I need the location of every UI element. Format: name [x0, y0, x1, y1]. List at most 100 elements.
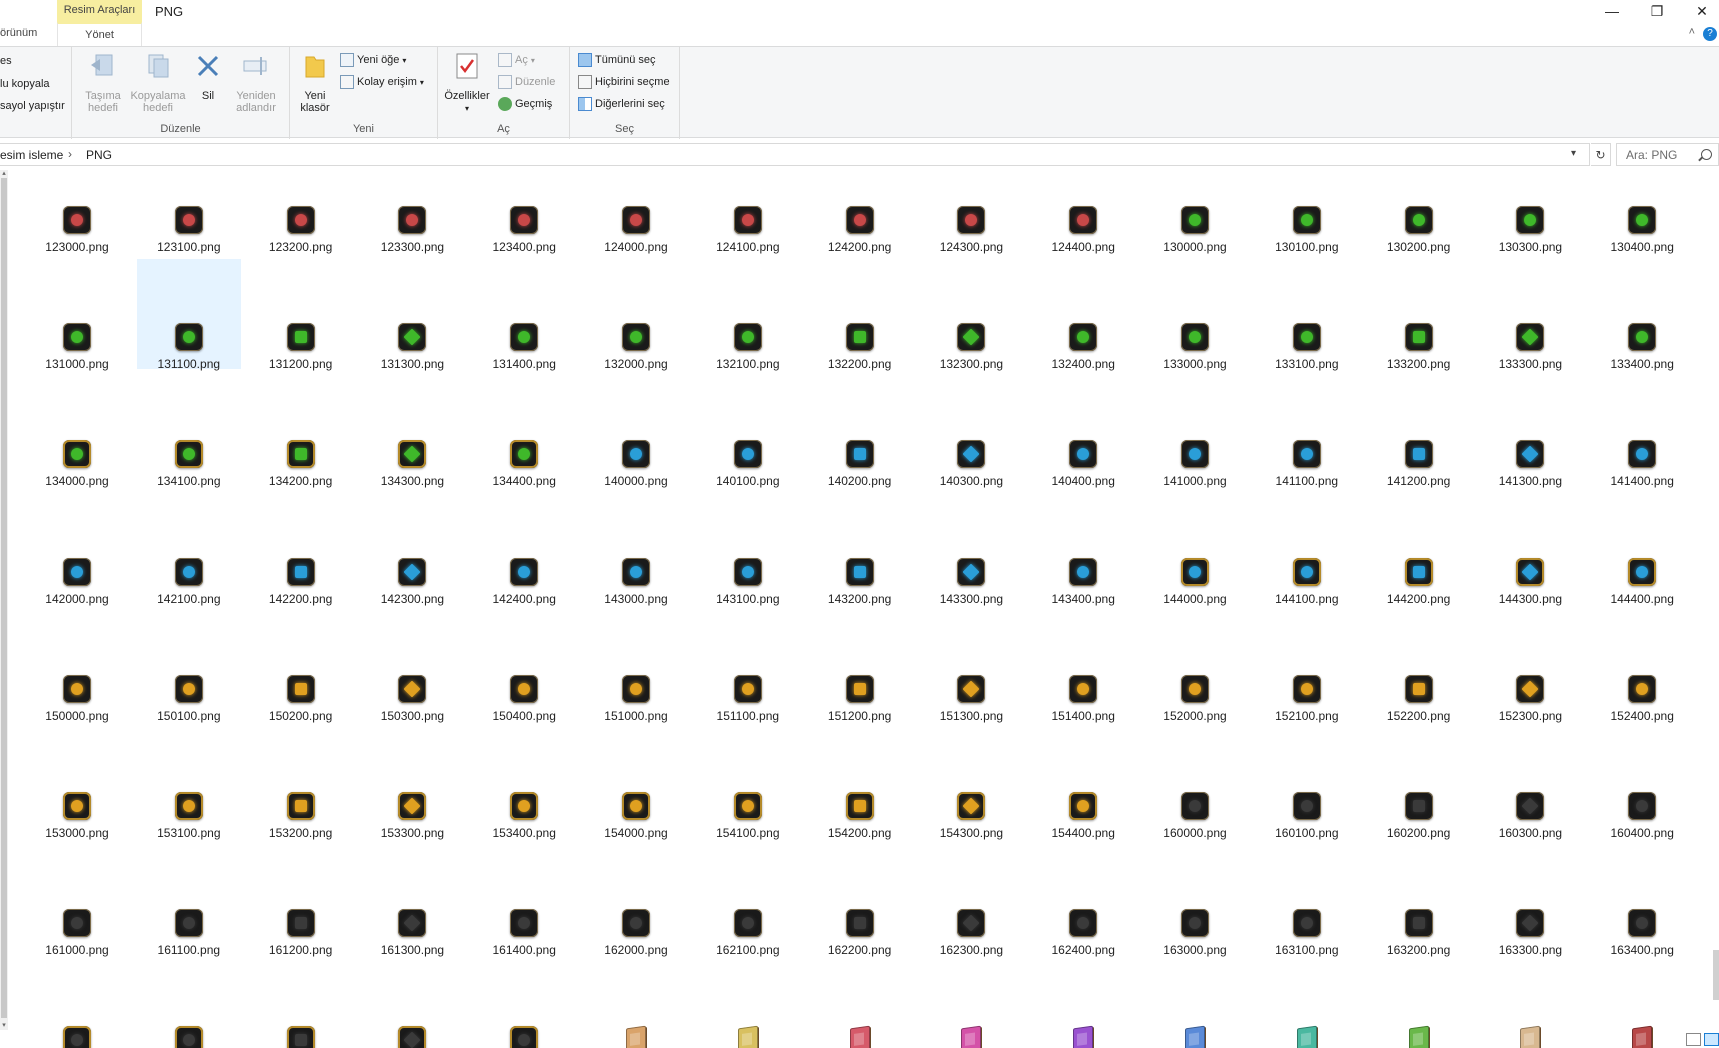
- file-item[interactable]: 143400.png: [1031, 494, 1135, 606]
- file-item[interactable]: 163100.png: [1255, 845, 1359, 957]
- file-item[interactable]: book_08.png: [1367, 962, 1471, 1048]
- file-view[interactable]: ▴ ▾ 123000.png 123100.png 123200.png 123300…: [0, 170, 1719, 1048]
- file-item[interactable]: 152300.png: [1478, 611, 1582, 723]
- file-item[interactable]: 161000.png: [25, 845, 129, 957]
- file-item[interactable]: 161200.png: [249, 845, 353, 957]
- delete-button[interactable]: Sil: [192, 51, 224, 102]
- copy-path-button[interactable]: lu kopyala: [0, 78, 50, 90]
- file-item[interactable]: 131300.png: [360, 259, 464, 371]
- file-item[interactable]: 150100.png: [137, 611, 241, 723]
- file-item[interactable]: 130200.png: [1367, 170, 1471, 254]
- address-history-chevron-icon[interactable]: ▾: [1571, 148, 1576, 159]
- copy-to-button[interactable]: Kopyalama hedefi: [128, 51, 188, 114]
- new-folder-button[interactable]: Yeni klasör: [294, 51, 336, 114]
- file-item[interactable]: 124300.png: [919, 170, 1023, 254]
- file-item[interactable]: book_01.png: [584, 962, 688, 1048]
- scroll-up-icon[interactable]: ▴: [0, 170, 8, 178]
- file-item[interactable]: 124100.png: [696, 170, 800, 254]
- file-item[interactable]: 144200.png: [1367, 494, 1471, 606]
- file-item[interactable]: 123400.png: [472, 170, 576, 254]
- file-item[interactable]: 164100.png: [137, 962, 241, 1048]
- file-item[interactable]: 151100.png: [696, 611, 800, 723]
- file-item[interactable]: 141300.png: [1478, 376, 1582, 488]
- file-item[interactable]: 162400.png: [1031, 845, 1135, 957]
- file-item[interactable]: 131000.png: [25, 259, 129, 371]
- file-item[interactable]: book_06.png: [1143, 962, 1247, 1048]
- file-item[interactable]: 132300.png: [919, 259, 1023, 371]
- scroll-down-icon[interactable]: ▾: [0, 1022, 8, 1030]
- file-item[interactable]: 141100.png: [1255, 376, 1359, 488]
- file-item[interactable]: 154300.png: [919, 728, 1023, 840]
- file-item[interactable]: 163200.png: [1367, 845, 1471, 957]
- file-item[interactable]: 142100.png: [137, 494, 241, 606]
- file-item[interactable]: 134300.png: [360, 376, 464, 488]
- help-icon[interactable]: ?: [1703, 27, 1717, 41]
- file-item[interactable]: book_11.png: [1478, 962, 1582, 1048]
- file-item[interactable]: 151300.png: [919, 611, 1023, 723]
- new-item-button[interactable]: Yeni öğe ▾: [340, 53, 406, 67]
- search-input[interactable]: Ara: PNG: [1616, 143, 1719, 166]
- file-item[interactable]: 160200.png: [1367, 728, 1471, 840]
- large-icons-view-icon[interactable]: [1704, 1033, 1719, 1046]
- file-item[interactable]: 163300.png: [1478, 845, 1582, 957]
- file-item[interactable]: 131400.png: [472, 259, 576, 371]
- file-item[interactable]: 134200.png: [249, 376, 353, 488]
- file-item[interactable]: 144100.png: [1255, 494, 1359, 606]
- file-item[interactable]: 152200.png: [1367, 611, 1471, 723]
- file-item[interactable]: 132200.png: [808, 259, 912, 371]
- file-item[interactable]: 131200.png: [249, 259, 353, 371]
- file-item[interactable]: 154400.png: [1031, 728, 1135, 840]
- file-item[interactable]: 164200.png: [249, 962, 353, 1048]
- file-item[interactable]: 124400.png: [1031, 170, 1135, 254]
- file-item[interactable]: 140400.png: [1031, 376, 1135, 488]
- file-item[interactable]: 160300.png: [1478, 728, 1582, 840]
- file-item[interactable]: book_04.png: [919, 962, 1023, 1048]
- rename-button[interactable]: Yeniden adlandır: [228, 51, 284, 114]
- file-item[interactable]: 143200.png: [808, 494, 912, 606]
- file-item[interactable]: 164000.png: [25, 962, 129, 1048]
- file-item[interactable]: 132400.png: [1031, 259, 1135, 371]
- file-item[interactable]: 130300.png: [1478, 170, 1582, 254]
- file-item[interactable]: 133300.png: [1478, 259, 1582, 371]
- file-item[interactable]: 163000.png: [1143, 845, 1247, 957]
- file-item[interactable]: 162100.png: [696, 845, 800, 957]
- file-item[interactable]: 124200.png: [808, 170, 912, 254]
- breadcrumb-resim-isleme[interactable]: esim isleme: [0, 148, 63, 162]
- file-item[interactable]: 144300.png: [1478, 494, 1582, 606]
- file-item[interactable]: 123100.png: [137, 170, 241, 254]
- file-item[interactable]: 142000.png: [25, 494, 129, 606]
- maximize-button[interactable]: ❐: [1634, 0, 1680, 22]
- file-item[interactable]: 153300.png: [360, 728, 464, 840]
- file-item[interactable]: 143300.png: [919, 494, 1023, 606]
- tab-view[interactable]: örünüm: [0, 27, 37, 39]
- properties-button[interactable]: Özellikler ▾: [442, 51, 492, 115]
- breadcrumb-separator-icon[interactable]: ›: [68, 147, 72, 161]
- search-icon[interactable]: [1701, 149, 1712, 160]
- easy-access-button[interactable]: Kolay erişim ▾: [340, 75, 424, 89]
- move-to-button[interactable]: Taşıma hedefi: [78, 51, 128, 114]
- file-item[interactable]: 150400.png: [472, 611, 576, 723]
- file-item[interactable]: 142400.png: [472, 494, 576, 606]
- file-item[interactable]: 152100.png: [1255, 611, 1359, 723]
- file-item[interactable]: 160100.png: [1255, 728, 1359, 840]
- file-item[interactable]: 140300.png: [919, 376, 1023, 488]
- select-all-button[interactable]: Tümünü seç: [578, 53, 656, 67]
- file-item[interactable]: 160400.png: [1590, 728, 1694, 840]
- file-item[interactable]: 142200.png: [249, 494, 353, 606]
- file-item[interactable]: 161300.png: [360, 845, 464, 957]
- file-item[interactable]: 142300.png: [360, 494, 464, 606]
- file-item[interactable]: 164300.png: [360, 962, 464, 1048]
- file-item[interactable]: 130100.png: [1255, 170, 1359, 254]
- file-item[interactable]: 151400.png: [1031, 611, 1135, 723]
- file-item[interactable]: 130000.png: [1143, 170, 1247, 254]
- refresh-button[interactable]: ↻: [1591, 143, 1611, 166]
- vertical-scrollbar[interactable]: ▴ ▾: [0, 170, 8, 1030]
- file-item[interactable]: book_05.png: [1031, 962, 1135, 1048]
- file-item[interactable]: 150000.png: [25, 611, 129, 723]
- file-item[interactable]: 134000.png: [25, 376, 129, 488]
- file-item[interactable]: 132000.png: [584, 259, 688, 371]
- file-item[interactable]: 141000.png: [1143, 376, 1247, 488]
- file-item[interactable]: 152000.png: [1143, 611, 1247, 723]
- file-item[interactable]: 123200.png: [249, 170, 353, 254]
- tab-manage[interactable]: Yönet: [57, 22, 142, 46]
